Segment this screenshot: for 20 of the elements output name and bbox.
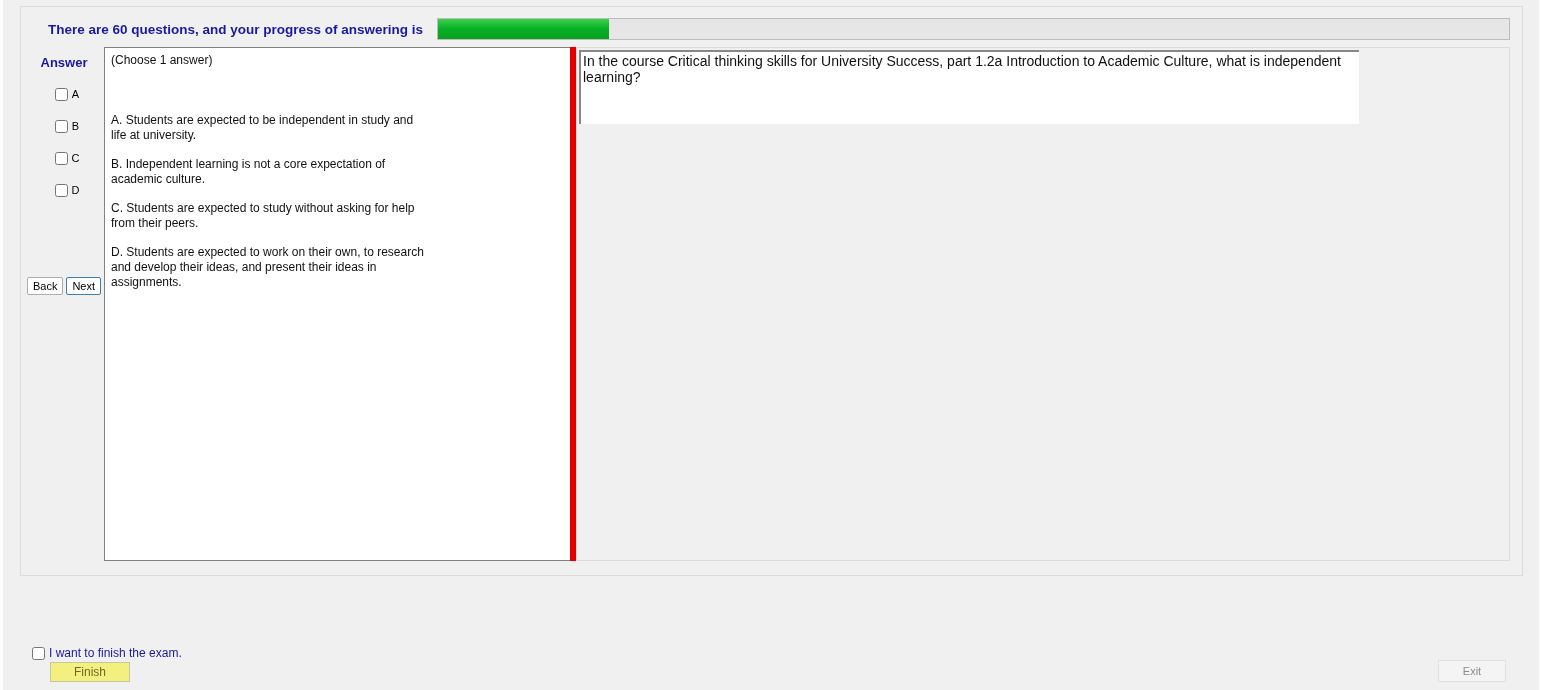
answer-title: Answer: [40, 55, 88, 70]
finish-label: I want to finish the exam.: [49, 646, 182, 660]
answer-checkbox[interactable]: [54, 151, 68, 165]
answer-checkbox[interactable]: [54, 87, 68, 101]
choice-text: B. Independent learning is not a core expectation of academic culture.: [111, 157, 387, 187]
answer-checkbox[interactable]: [54, 119, 68, 133]
back-button[interactable]: Back: [26, 277, 64, 295]
option-label: B: [71, 120, 80, 132]
finish-checkbox[interactable]: [32, 646, 45, 660]
option-label: A: [71, 88, 80, 100]
next-button[interactable]: Next: [66, 277, 102, 295]
choice-text: D. Students are expected to work on their own, to research and develop their ideas, and present their ideas in assignments.: [111, 245, 425, 290]
progress-text: There are 60 questions, and your progress of answering is: [48, 21, 424, 37]
choice-text: A. Students are expected to be independent in study and life at university.: [111, 113, 415, 143]
option-label: C: [71, 152, 80, 164]
question-text: In the course Critical thinking skills for University Success, part 1.2a Introduction to Academic Culture, what is independent learning?: [579, 50, 1359, 124]
instruction-text: (Choose 1 answer): [111, 53, 214, 67]
option-label: D: [71, 184, 80, 196]
answer-checkbox[interactable]: [54, 183, 68, 197]
choice-text: C. Students are expected to study without asking for help from their peers.: [111, 201, 416, 231]
